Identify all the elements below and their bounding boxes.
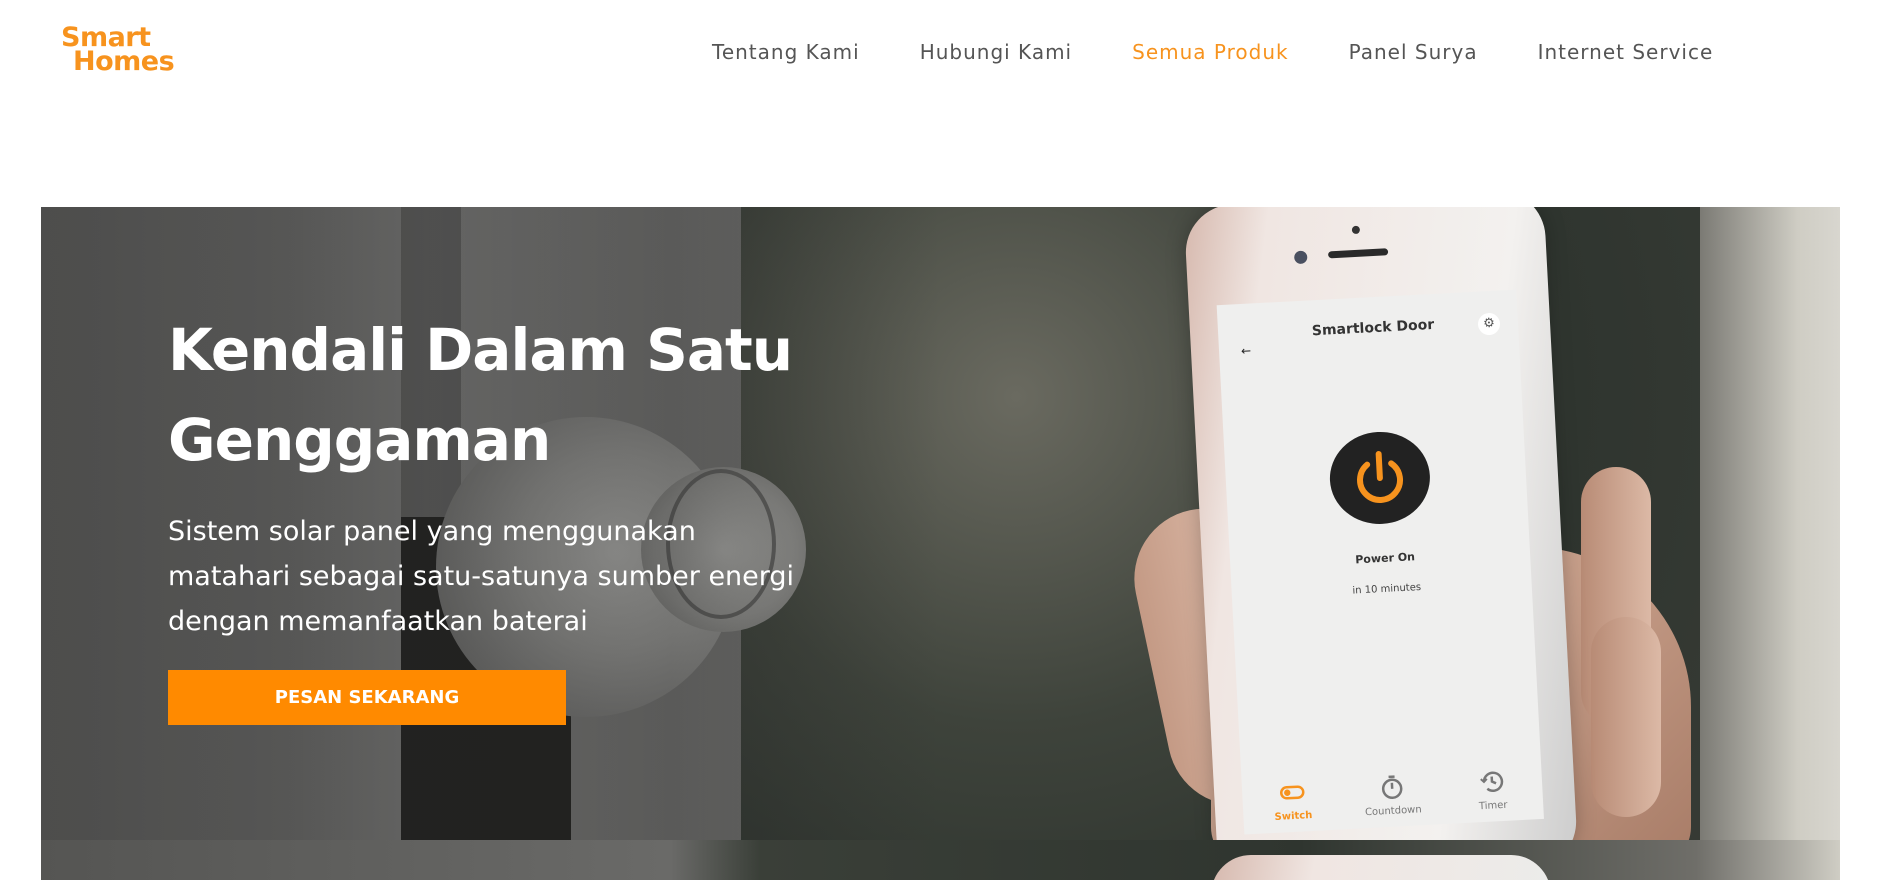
power-status: Power On — [1354, 550, 1416, 567]
brand-logo-line2: Homes — [73, 46, 175, 77]
site-header: Smart Homes Tentang Kami Hubungi Kami Se… — [0, 0, 1885, 105]
hero-title: Kendali Dalam Satu Genggaman — [168, 316, 793, 474]
hero-description: Sistem solar panel yang menggunakan mata… — [168, 516, 795, 637]
order-now-button[interactable]: PESAN SEKARANG — [168, 670, 566, 725]
nav-item-internet-service[interactable]: Internet Service — [1538, 40, 1714, 64]
app-title: Smartlock Door — [1311, 316, 1435, 340]
tab-countdown: Countdown — [1351, 772, 1433, 819]
app-tab-bar: Switch Countdown Timer — [1242, 766, 1544, 825]
nav-item-tentang-kami[interactable]: Tentang Kami — [712, 40, 860, 64]
gear-icon: ⚙ — [1477, 312, 1501, 336]
power-substatus: in 10 minutes — [1352, 581, 1422, 597]
nav-item-panel-surya[interactable]: Panel Surya — [1349, 40, 1478, 64]
nav-item-semua-produk[interactable]: Semua Produk — [1132, 40, 1288, 64]
stopwatch-icon — [1381, 775, 1403, 800]
tab-switch: Switch — [1252, 777, 1334, 824]
tab-timer: Timer — [1451, 766, 1533, 813]
next-hero-slide — [41, 840, 1840, 880]
clock-history-icon — [1480, 771, 1504, 792]
phone-screen: ← Smartlock Door ⚙ Power On in 10 minute… — [1216, 289, 1544, 835]
brand-logo[interactable]: Smart Homes — [61, 24, 186, 77]
phone-image: ← Smartlock Door ⚙ Power On in 10 minute… — [1183, 207, 1579, 840]
camera-icon — [1293, 250, 1308, 265]
back-arrow-icon: ← — [1240, 343, 1252, 359]
power-icon — [1327, 429, 1433, 527]
main-nav: Tentang Kami Hubungi Kami Semua Produk P… — [712, 40, 1773, 64]
tab-switch-label: Switch — [1274, 809, 1313, 823]
toggle-icon — [1280, 785, 1305, 800]
hero-banner: ← Smartlock Door ⚙ Power On in 10 minute… — [41, 207, 1840, 840]
tab-countdown-label: Countdown — [1364, 804, 1422, 819]
tab-timer-label: Timer — [1478, 799, 1508, 813]
nav-item-hubungi-kami[interactable]: Hubungi Kami — [920, 40, 1072, 64]
